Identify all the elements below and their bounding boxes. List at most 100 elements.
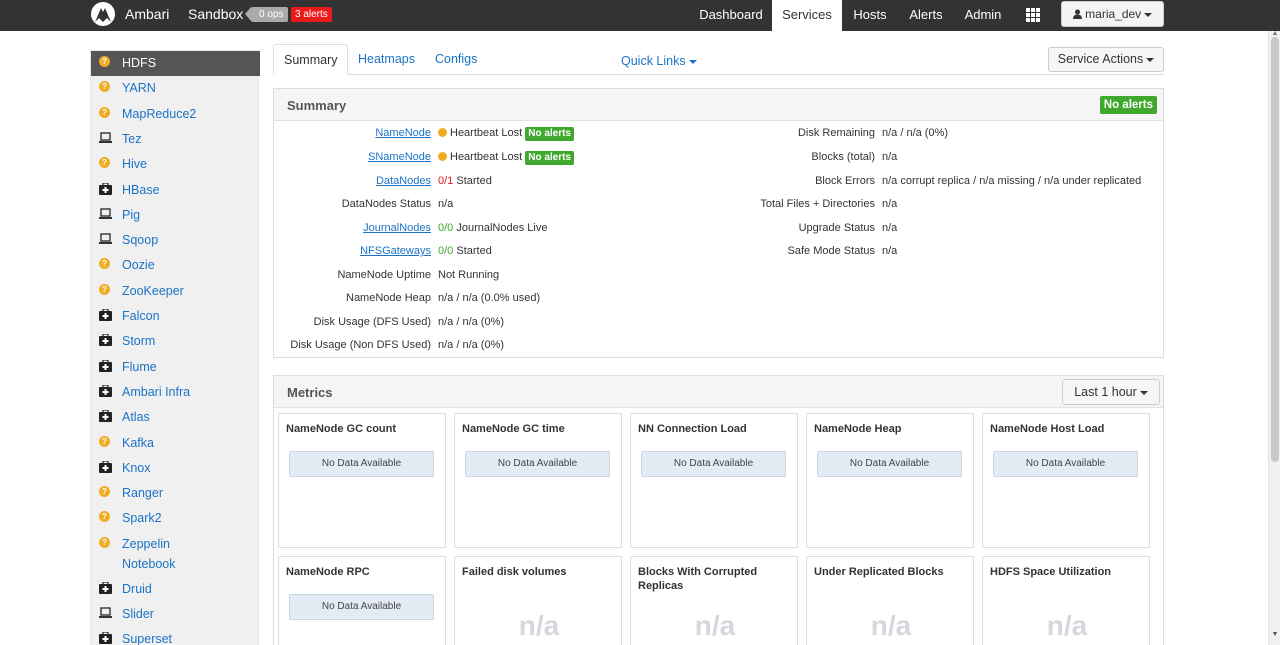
sidebar-item-ambari-infra[interactable]: Ambari Infra xyxy=(91,380,260,405)
metric-card-namenode-host-load[interactable]: NameNode Host Load No Data Available xyxy=(982,413,1150,548)
safe-mode-value: n/a xyxy=(882,245,898,257)
disk-dfs-label: Disk Usage (DFS Used) xyxy=(313,316,431,328)
caret-down-icon xyxy=(1146,57,1155,62)
sidebar-item-flume[interactable]: Flume xyxy=(91,355,260,380)
block-errors-value: n/a corrupt replica / n/a missing / n/a … xyxy=(882,175,1142,187)
medkit-icon xyxy=(99,309,112,321)
tab-heatmaps[interactable]: Heatmaps xyxy=(348,44,425,75)
service-actions-label: Service Actions xyxy=(1057,52,1144,66)
quick-links-dropdown[interactable]: Quick Links xyxy=(621,54,697,68)
sidebar-item-storm[interactable]: Storm xyxy=(91,329,260,354)
sidebar-item-knox[interactable]: Knox xyxy=(91,456,260,481)
medkit-icon xyxy=(99,359,112,372)
metric-card-namenode-heap[interactable]: NameNode Heap No Data Available xyxy=(806,413,974,548)
sidebar-item-zookeeper[interactable]: ? ZooKeeper xyxy=(91,279,260,304)
sidebar-item-label: Falcon xyxy=(122,309,160,323)
blocks-total-value: n/a xyxy=(882,151,898,163)
page-scrollbar[interactable]: ▲ ▼ xyxy=(1268,30,1280,645)
metric-card-namenode-rpc[interactable]: NameNode RPC No Data Available xyxy=(278,556,446,645)
metric-value-na: n/a xyxy=(1046,610,1088,641)
service-actions-button[interactable]: Service Actions xyxy=(1048,47,1164,72)
time-range-dropdown[interactable]: Last 1 hour xyxy=(1062,379,1160,405)
nav-services[interactable]: Services xyxy=(772,0,842,31)
user-name: maria_dev xyxy=(1085,7,1142,21)
sidebar-item-hbase[interactable]: HBase xyxy=(91,178,260,203)
sidebar-item-yarn[interactable]: ? YARN xyxy=(91,76,260,101)
metric-card-hdfs-space-utilization[interactable]: HDFS Space Utilization n/a xyxy=(982,556,1150,645)
sidebar-item-slider[interactable]: Slider xyxy=(91,602,260,627)
sidebar-item-pig[interactable]: Pig xyxy=(91,203,260,228)
warning-icon: ? xyxy=(99,258,110,270)
sidebar-item-label: Superset xyxy=(122,632,173,645)
nn-heap-row: NameNode Heap n/a / n/a (0.0% used) xyxy=(274,292,1165,308)
scroll-down-icon[interactable]: ▼ xyxy=(1271,631,1279,641)
sidebar-item-druid[interactable]: Druid xyxy=(91,577,260,602)
metric-card-title: NameNode RPC xyxy=(286,566,370,578)
sidebar-item-oozie[interactable]: ? Oozie xyxy=(91,253,260,278)
sidebar-item-ranger[interactable]: ? Ranger xyxy=(91,481,260,506)
disk-dfs-value: n/a / n/a (0%) xyxy=(438,316,505,328)
disk-remaining-value: n/a / n/a (0%) xyxy=(882,127,949,139)
ambari-logo-icon[interactable] xyxy=(90,0,116,28)
no-alerts-badge[interactable]: No alerts xyxy=(1099,96,1157,114)
sidebar-item-atlas[interactable]: Atlas xyxy=(91,405,260,430)
caret-down-icon xyxy=(1139,390,1148,395)
sidebar-item-falcon[interactable]: Falcon xyxy=(91,304,260,329)
sidebar-item-zeppelin-notebook[interactable]: ? Zeppelin Notebook xyxy=(91,532,260,577)
warning-icon: ? xyxy=(99,157,110,169)
scrollbar-thumb[interactable] xyxy=(1271,37,1279,462)
medkit-icon xyxy=(99,460,112,473)
sidebar-item-label: ZooKeeper xyxy=(122,283,184,298)
metric-card-namenode-gc-time[interactable]: NameNode GC time No Data Available xyxy=(454,413,622,548)
sidebar-item-kafka[interactable]: ? Kafka xyxy=(91,431,260,456)
nav-dashboard[interactable]: Dashboard xyxy=(693,0,769,31)
metric-card-under-replicated-blocks[interactable]: Under Replicated Blocks n/a xyxy=(806,556,974,645)
quick-links-label: Quick Links xyxy=(621,54,686,68)
no-data-message: No Data Available xyxy=(993,451,1138,477)
tab-configs[interactable]: Configs xyxy=(425,44,487,75)
nav-alerts[interactable]: Alerts xyxy=(904,0,948,31)
ops-badge[interactable]: 0 ops xyxy=(244,7,289,22)
views-grid-icon[interactable] xyxy=(1019,0,1047,31)
user-menu-button[interactable]: maria_dev xyxy=(1061,1,1164,27)
alerts-badge[interactable]: 3 alerts xyxy=(291,7,332,22)
metric-value-na: n/a xyxy=(694,610,736,641)
sidebar-item-sqoop[interactable]: Sqoop xyxy=(91,228,260,253)
warning-icon: ? xyxy=(99,435,110,447)
metric-card-title: NameNode GC time xyxy=(462,423,565,435)
metric-value-na: n/a xyxy=(870,610,912,641)
summary-panel: Summary No alerts NameNode Heartbeat Los… xyxy=(273,88,1164,358)
nn-heap-label: NameNode Heap xyxy=(346,292,431,304)
blocks-total-row: Blocks (total) n/a xyxy=(274,151,1165,167)
sidebar-item-superset[interactable]: Superset xyxy=(91,627,260,645)
metric-card-namenode-gc-count[interactable]: NameNode GC count No Data Available xyxy=(278,413,446,548)
laptop-icon xyxy=(99,208,112,220)
summary-title: Summary xyxy=(287,98,347,113)
metric-card-title: NameNode Host Load xyxy=(990,423,1105,435)
blocks-total-label: Blocks (total) xyxy=(811,151,875,163)
warning-icon: ? xyxy=(99,56,110,67)
sidebar-item-label: Pig xyxy=(122,207,141,222)
medkit-icon xyxy=(99,410,112,423)
services-sidebar: ? HDFS ? YARN? MapReduce2 Tez? Hive HBase Pig Sqo… xyxy=(90,50,260,645)
nav-admin[interactable]: Admin xyxy=(958,0,1008,31)
disk-nondfs-label: Disk Usage (Non DFS Used) xyxy=(290,339,431,351)
sidebar-item-mapreduce2[interactable]: ? MapReduce2 xyxy=(91,102,260,127)
brand-name[interactable]: Ambari xyxy=(125,6,169,22)
cluster-name[interactable]: Sandbox xyxy=(188,6,243,22)
sidebar-item-label: Druid xyxy=(122,581,152,596)
metric-card-blocks-with-corrupted-replicas[interactable]: Blocks With Corrupted Replicas n/a xyxy=(630,556,798,645)
sidebar-item-label: Storm xyxy=(122,334,156,349)
tab-summary[interactable]: Summary xyxy=(273,44,349,75)
sidebar-item-spark2[interactable]: ? Spark2 xyxy=(91,506,260,531)
sidebar-item-hive[interactable]: ? Hive xyxy=(91,152,260,177)
sidebar-item-tez[interactable]: Tez xyxy=(91,127,260,152)
sidebar-item-hdfs[interactable]: ? HDFS xyxy=(91,51,260,76)
sidebar-item-label: HDFS xyxy=(122,56,157,70)
sidebar-item-label: Sqoop xyxy=(122,233,159,248)
nav-hosts[interactable]: Hosts xyxy=(848,0,892,31)
metric-card-nn-connection-load[interactable]: NN Connection Load No Data Available xyxy=(630,413,798,548)
metric-card-failed-disk-volumes[interactable]: Failed disk volumes n/a xyxy=(454,556,622,645)
nn-uptime-label: NameNode Uptime xyxy=(337,269,431,281)
sidebar-item-label: Knox xyxy=(122,460,151,475)
